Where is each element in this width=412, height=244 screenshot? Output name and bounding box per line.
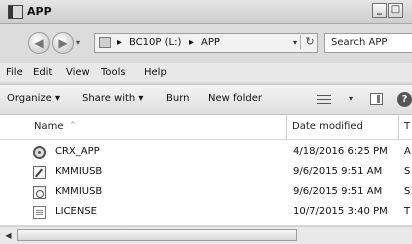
column-name[interactable]: Name (34, 121, 64, 132)
address-bar[interactable]: ▸ BC10P (L:) ▸ APP ▾ (94, 33, 318, 53)
help-icon[interactable]: ? (397, 92, 412, 107)
title-bar[interactable]: APP _ □ (0, 0, 412, 24)
minimize-button[interactable]: _ (372, 3, 387, 18)
horizontal-scrollbar[interactable]: ◀ (0, 226, 412, 244)
file-type: S (404, 166, 411, 177)
column-divider[interactable] (398, 115, 399, 139)
folder-window-icon (8, 5, 23, 19)
view-options-icon[interactable] (317, 94, 331, 105)
file-date: 9/6/2015 9:51 AM (293, 186, 383, 197)
maximize-button[interactable]: □ (388, 3, 403, 18)
view-dropdown-arrow[interactable]: ▾ (349, 94, 353, 103)
system-file-icon (33, 186, 46, 199)
share-with-button[interactable]: Share with ▾ (82, 93, 143, 104)
menu-file[interactable]: File (6, 67, 23, 78)
forward-button[interactable]: ▶ (52, 32, 74, 54)
breadcrumb-separator[interactable]: ▸ (189, 37, 194, 48)
organize-button[interactable]: Organize ▾ (7, 93, 60, 104)
back-arrow-icon: ◀ (34, 36, 44, 50)
list-item[interactable]: KMMIUSB 9/6/2015 9:51 AM S (0, 183, 412, 203)
new-folder-button[interactable]: New folder (208, 93, 262, 104)
column-header-row: Name ^ Date modified T (0, 115, 412, 140)
address-dropdown-arrow[interactable]: ▾ (293, 38, 297, 47)
breadcrumb-folder[interactable]: APP (201, 37, 220, 48)
search-input[interactable]: Search APP (324, 33, 412, 53)
back-button[interactable]: ◀ (28, 32, 50, 54)
column-date-modified[interactable]: Date modified (292, 121, 363, 132)
list-item[interactable]: LICENSE 10/7/2015 3:40 PM T (0, 203, 412, 223)
menu-bar: File Edit View Tools Help (0, 63, 412, 82)
file-name: KMMIUSB (55, 166, 103, 177)
scrollbar-thumb[interactable] (17, 229, 297, 241)
explorer-window: APP _ □ ◀ ▶ ▾ ▸ BC10P (L:) ▸ APP ▾ ↻ Sea… (0, 0, 412, 244)
setup-info-icon (33, 166, 46, 179)
file-date: 9/6/2015 9:51 AM (293, 166, 383, 177)
breadcrumb-separator[interactable]: ▸ (117, 37, 122, 48)
burn-button[interactable]: Burn (166, 93, 189, 104)
file-name: LICENSE (55, 206, 97, 217)
forward-arrow-icon: ▶ (58, 36, 68, 50)
column-divider[interactable] (286, 115, 287, 139)
list-item[interactable]: CRX_APP 4/18/2016 6:25 PM A (0, 143, 412, 163)
preview-pane-icon[interactable] (370, 93, 383, 105)
sort-ascending-icon: ^ (70, 121, 76, 129)
file-type: S (404, 186, 411, 197)
file-type: A (404, 146, 411, 157)
file-list: CRX_APP 4/18/2016 6:25 PM A KMMIUSB 9/6/… (0, 140, 412, 225)
command-bar: Organize ▾ Share with ▾ Burn New folder … (0, 84, 412, 115)
breadcrumb-drive[interactable]: BC10P (L:) (129, 37, 181, 48)
menu-tools[interactable]: Tools (101, 67, 126, 78)
address-row: ◀ ▶ ▾ ▸ BC10P (L:) ▸ APP ▾ ↻ Search APP (0, 24, 412, 62)
application-icon (33, 146, 46, 159)
window-title: APP (27, 5, 52, 18)
refresh-icon[interactable]: ↻ (300, 35, 319, 49)
column-type[interactable]: T (404, 121, 410, 132)
menu-help[interactable]: Help (144, 67, 167, 78)
file-name: CRX_APP (55, 146, 100, 157)
file-date: 10/7/2015 3:40 PM (293, 206, 388, 217)
folder-icon (99, 37, 111, 48)
text-file-icon (33, 206, 46, 219)
menu-edit[interactable]: Edit (33, 67, 52, 78)
file-type: T (404, 206, 411, 217)
file-name: KMMIUSB (55, 186, 103, 197)
scroll-left-icon[interactable]: ◀ (2, 229, 15, 242)
file-date: 4/18/2016 6:25 PM (293, 146, 388, 157)
menu-view[interactable]: View (66, 67, 90, 78)
list-item[interactable]: KMMIUSB 9/6/2015 9:51 AM S (0, 163, 412, 183)
recent-pages-dropdown[interactable]: ▾ (76, 38, 80, 47)
